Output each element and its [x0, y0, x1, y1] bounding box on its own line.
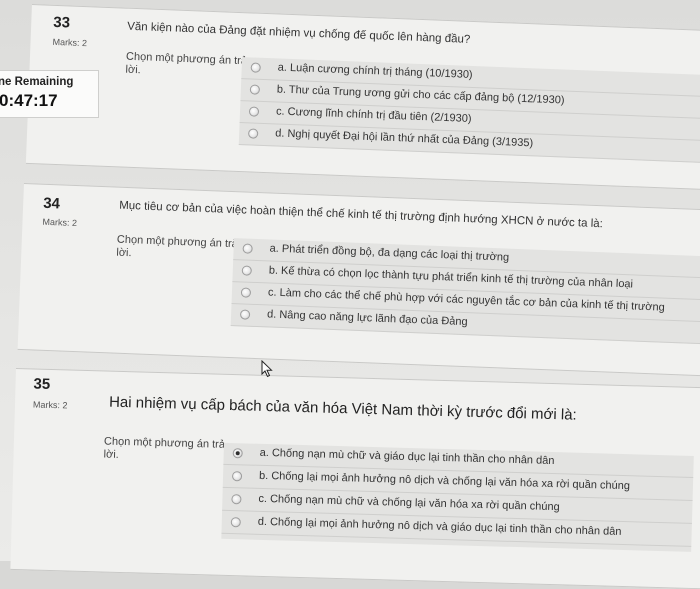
quiz-page: 33 Marks: 2 Văn kiện nào của Đảng đặt nh… — [0, 0, 700, 589]
options-list: a. Chống nạn mù chữ và giáo dục lại tinh… — [221, 442, 694, 552]
radio-button[interactable] — [248, 106, 260, 117]
time-remaining-label: ne Remaining — [0, 76, 74, 88]
option-label: c. Cương lĩnh chính trị đầu tiên (2/1930… — [275, 105, 472, 125]
radio-button[interactable] — [248, 128, 259, 139]
option-label: d. Nâng cao năng lực lãnh đạo của Đảng — [266, 308, 468, 329]
question-card: 33 Marks: 2 Văn kiện nào của Đảng đặt nh… — [25, 4, 700, 191]
question-card: 35 Marks: 2 Hai nhiệm vụ cấp bách của vă… — [10, 368, 700, 589]
radio-button[interactable] — [239, 309, 251, 320]
question-number: 34 — [42, 194, 61, 213]
time-remaining-panel: ne Remaining 0:47:17 — [0, 70, 99, 118]
radio-button[interactable] — [242, 243, 253, 254]
question-card: 34 Marks: 2 Mục tiêu cơ bản của việc hoà… — [17, 183, 700, 377]
marks-label: Marks: 2 — [42, 216, 78, 229]
question-text: Văn kiện nào của Đảng đặt nhiệm vụ chống… — [126, 20, 471, 46]
radio-button[interactable] — [249, 84, 261, 95]
time-remaining-value: 0:47:17 — [0, 91, 58, 110]
question-number: 35 — [33, 375, 51, 393]
option-label: a. Phát triển đồng bộ, đa dạng các loại … — [269, 242, 510, 264]
radio-button[interactable] — [240, 287, 252, 298]
answer-prompt: Chọn một phương án trả lời. — [116, 233, 239, 260]
answer-prompt: Chọn một phương án trả lời. — [103, 435, 226, 461]
marks-label: Marks: 2 — [32, 399, 68, 411]
question-text: Hai nhiệm vụ cấp bách của văn hóa Việt N… — [108, 393, 577, 424]
radio-button[interactable] — [250, 62, 261, 73]
option-label: a. Chống nạn mù chữ và giáo dục lại tinh… — [259, 446, 555, 468]
question-number: 33 — [52, 13, 71, 32]
radio-button-selected[interactable] — [232, 448, 243, 459]
mouse-cursor-icon — [261, 360, 273, 378]
radio-button[interactable] — [230, 517, 241, 528]
radio-button[interactable] — [231, 494, 242, 505]
options-list: a. Luận cương chính trị tháng (10/1930) … — [238, 57, 700, 164]
question-text: Mục tiêu cơ bản của việc hoàn thiện thể … — [118, 199, 604, 231]
marks-label: Marks: 2 — [52, 36, 88, 49]
options-list: a. Phát triển đồng bộ, đa dạng các loại … — [230, 238, 700, 345]
radio-button[interactable] — [241, 265, 252, 276]
radio-button[interactable] — [231, 471, 243, 482]
option-label: a. Luận cương chính trị tháng (10/1930) — [277, 61, 473, 81]
